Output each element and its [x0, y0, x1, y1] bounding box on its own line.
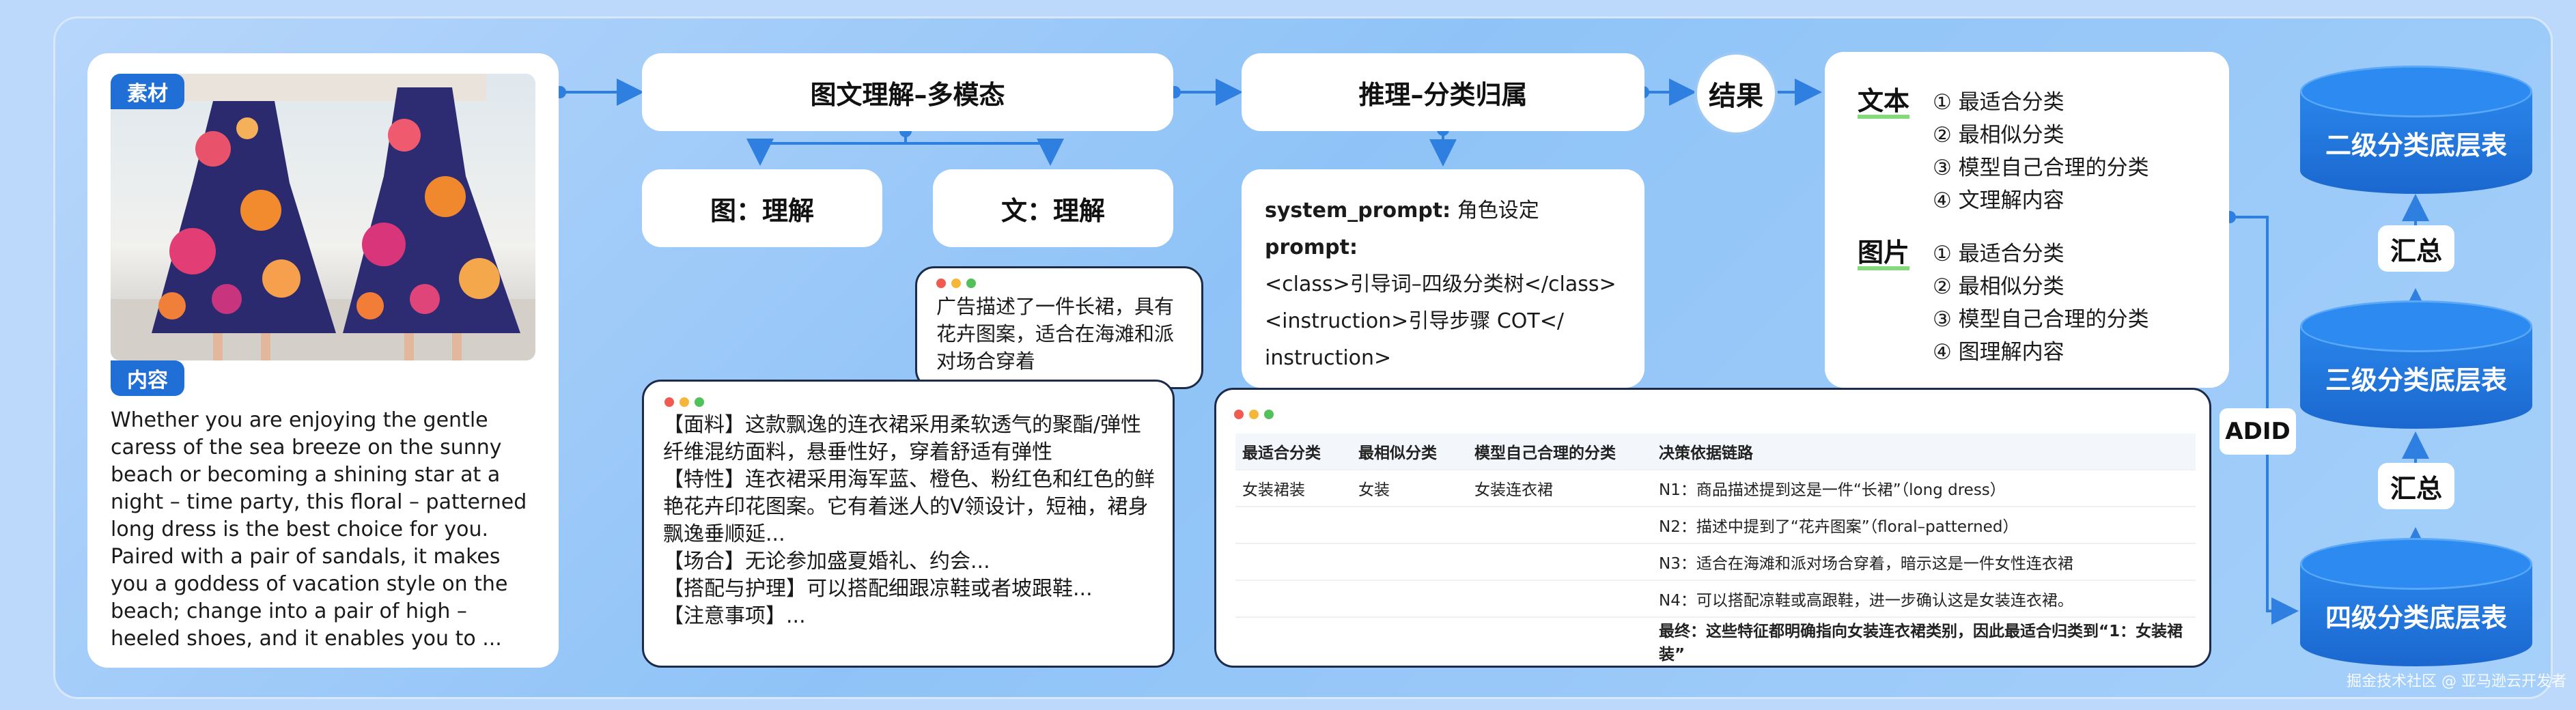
table-row: N3：适合在海滩和派对场合穿着，暗示这是一件女性连衣裙	[1235, 543, 2196, 580]
table-row: N4：可以搭配凉鞋或高跟鞋，进一步确认这是女装连衣裙。	[1235, 580, 2196, 617]
text-understanding-box: 文：理解	[933, 169, 1173, 247]
detail-occasion: 【场合】无论参加盛夏婚礼、约会...	[663, 550, 990, 573]
cell-model-reasonable: 女装连衣裙	[1468, 469, 1652, 507]
cell-best-fit: 女装裙装	[1235, 469, 1352, 507]
window-dots	[1234, 409, 1279, 422]
material-tag: 素材	[111, 74, 184, 109]
table-row: 最终：这些特征都明确指向女装连衣裙类别，因此最适合归类到“1：女装裙装”	[1235, 616, 2196, 664]
list-item: ② 最相似分类	[1933, 123, 2064, 147]
prompt-line-class: <class>引导词–四级分类树</class>	[1265, 272, 1616, 296]
image-understanding-box: 图：理解	[642, 169, 882, 247]
summary-box-lower: 汇总	[2378, 463, 2454, 509]
image-understanding-details: 【面料】这款飘逸的连衣裙采用柔软透气的聚酯/弹性纤维混纺面料，悬垂性好，穿着舒适…	[663, 412, 1155, 630]
level3-table-cylinder: 三级分类底层表	[2300, 300, 2532, 430]
list-item: ④ 文理解内容	[1933, 188, 2064, 213]
text-understanding-bubble: 广告描述了一件长裙，具有花卉图案，适合在海滩和派对场合穿着	[915, 266, 1203, 389]
cylinder-top	[2300, 538, 2532, 590]
detail-features: 【特性】连衣裙采用海军蓝、橙色、粉红色和红色的鲜艳花卉印花图案。它有着迷人的V领…	[663, 468, 1155, 546]
arrow-to-image-understanding	[746, 126, 907, 166]
image-understanding-bubble: 【面料】这款飘逸的连衣裙采用柔软透气的聚酯/弹性纤维混纺面料，悬垂性好，穿着舒适…	[642, 380, 1175, 668]
header-best-fit: 最适合分类	[1235, 434, 1352, 470]
header-most-similar: 最相似分类	[1352, 434, 1468, 470]
adid-label: ADID	[2220, 408, 2296, 455]
level4-table-cylinder: 四级分类底层表	[2300, 538, 2532, 668]
cylinder-top	[2300, 300, 2532, 352]
cell-chain-n3: N3：适合在海滩和派对场合穿着，暗示这是一件女性连衣裙	[1652, 543, 2196, 580]
multimodal-box: 图文理解–多模态	[642, 53, 1173, 131]
cell-chain-n4: N4：可以搭配凉鞋或高跟鞋，进一步确认这是女装连衣裙。	[1652, 580, 2196, 617]
product-photo	[111, 74, 535, 360]
list-item: ① 最适合分类	[1933, 242, 2064, 266]
watermark: 掘金技术社区 @ 亚马逊云开发者	[2347, 673, 2566, 690]
list-item: ① 最适合分类	[1933, 90, 2064, 115]
prompt-line-instruction: <instruction>引导步骤 COT</	[1265, 309, 1564, 333]
prompt-text: system_prompt: 角色设定 prompt: <class>引导词–四…	[1265, 193, 1634, 377]
list-item: ④ 图理解内容	[1933, 340, 2064, 365]
floral-dress-image	[111, 74, 535, 360]
cell-chain-final: 最终：这些特征都明确指向女装连衣裙类别，因此最适合归类到“1：女装裙装”	[1652, 616, 2196, 664]
summary-box-upper: 汇总	[2378, 225, 2454, 272]
image-result-list: ① 最适合分类 ② 最相似分类 ③ 模型自己合理的分类 ④ 图理解内容	[1933, 238, 2149, 369]
prompt-line-system: system_prompt: 角色设定	[1265, 199, 1539, 223]
cell-chain-n1: N1：商品描述提到这是一件“长裙”（long dress）	[1652, 469, 2196, 507]
image-result-label: 图片	[1858, 239, 1910, 270]
material-card: 素材 内容 Whether you are enjoying the gentl…	[87, 53, 559, 668]
header-model-reasonable: 模型自己合理的分类	[1468, 434, 1652, 470]
detail-notes: 【注意事项】...	[663, 604, 806, 628]
prompt-line-instruction-end: instruction>	[1265, 346, 1392, 370]
content-text: Whether you are enjoying the gentle care…	[111, 408, 527, 651]
prompt-line-prompt: prompt:	[1265, 236, 1358, 259]
decision-table: 最适合分类 最相似分类 模型自己合理的分类 决策依据链路 女装裙装 女装 女装连…	[1235, 434, 2196, 664]
arrow-to-text-understanding	[906, 139, 1064, 166]
cylinder-top	[2300, 66, 2532, 117]
table-row: N2：描述中提到了“花卉图案”（floral–patterned）	[1235, 506, 2196, 543]
window-dots	[664, 397, 710, 410]
window-dots	[936, 278, 981, 291]
result-panel: 文本 ① 最适合分类 ② 最相似分类 ③ 模型自己合理的分类 ④ 文理解内容 图…	[1825, 52, 2229, 388]
list-item: ③ 模型自己合理的分类	[1933, 307, 2149, 332]
header-decision-chain: 决策依据链路	[1652, 434, 2196, 470]
detail-care: 【搭配与护理】可以搭配细跟凉鞋或者坡跟鞋...	[663, 577, 1093, 601]
text-understanding-summary: 广告描述了一件长裙，具有花卉图案，适合在海滩和派对场合穿着	[936, 295, 1175, 373]
list-item: ② 最相似分类	[1933, 274, 2064, 299]
table-header-row: 最适合分类 最相似分类 模型自己合理的分类 决策依据链路	[1235, 434, 2196, 470]
prompt-card: system_prompt: 角色设定 prompt: <class>引导词–四…	[1242, 169, 1644, 388]
decision-table-card: 最适合分类 最相似分类 模型自己合理的分类 决策依据链路 女装裙装 女装 女装连…	[1214, 388, 2211, 668]
text-result-label: 文本	[1858, 87, 1910, 119]
level2-table-cylinder: 二级分类底层表	[2300, 66, 2532, 195]
result-circle: 结果	[1694, 52, 1778, 135]
reasoning-box: 推理–分类归属	[1242, 53, 1644, 131]
text-result-list: ① 最适合分类 ② 最相似分类 ③ 模型自己合理的分类 ④ 文理解内容	[1933, 86, 2149, 217]
cell-most-similar: 女装	[1352, 469, 1468, 507]
table-row: 女装裙装 女装 女装连衣裙 N1：商品描述提到这是一件“长裙”（long dre…	[1235, 469, 2196, 507]
cell-chain-n2: N2：描述中提到了“花卉图案”（floral–patterned）	[1652, 506, 2196, 543]
detail-fabric: 【面料】这款飘逸的连衣裙采用柔软透气的聚酯/弹性纤维混纺面料，悬垂性好，穿着舒适…	[663, 413, 1142, 464]
content-tag: 内容	[111, 360, 184, 396]
list-item: ③ 模型自己合理的分类	[1933, 156, 2149, 180]
